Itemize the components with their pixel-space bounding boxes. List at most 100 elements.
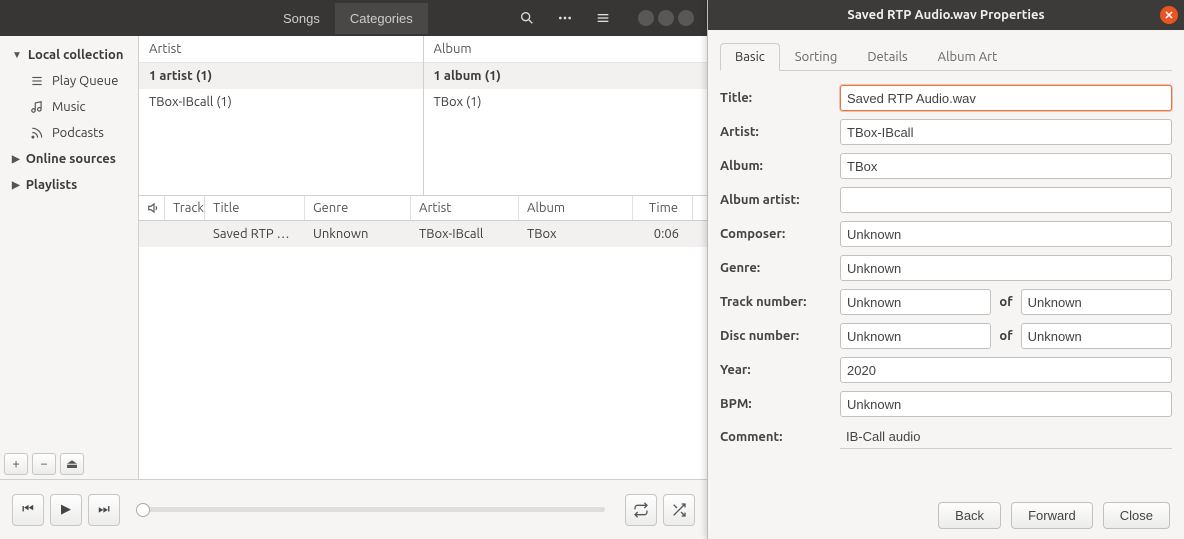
repeat-icon bbox=[633, 502, 649, 518]
sidebar-section-playlists[interactable]: ▶ Playlists bbox=[0, 172, 138, 198]
sidebar-item-music[interactable]: Music bbox=[0, 94, 138, 120]
title-field[interactable] bbox=[840, 85, 1172, 111]
browse-album-column: Album 1 album (1) TBox (1) bbox=[424, 36, 708, 195]
browse-artist-column: Artist 1 artist (1) TBox-IBcall (1) bbox=[139, 36, 424, 195]
close-icon[interactable] bbox=[678, 10, 694, 26]
search-icon[interactable] bbox=[510, 4, 544, 32]
minimize-icon[interactable] bbox=[638, 10, 654, 26]
browse-artist-row[interactable]: TBox-IBcall (1) bbox=[139, 89, 423, 115]
dialog-body: Basic Sorting Details Album Art Title: A… bbox=[708, 30, 1184, 461]
sidebar-section-online[interactable]: ▶ Online sources bbox=[0, 146, 138, 172]
eject-icon: ⏏ bbox=[66, 457, 78, 472]
browse-artist-header[interactable]: Artist bbox=[139, 36, 423, 63]
composer-field[interactable] bbox=[840, 221, 1172, 247]
label-comment: Comment: bbox=[720, 430, 830, 444]
tab-details[interactable]: Details bbox=[852, 43, 922, 71]
dialog-close-button[interactable]: ✕ bbox=[1160, 6, 1178, 24]
track-cell-time: 0:06 bbox=[633, 221, 693, 247]
table-row[interactable]: Saved RTP Au… Unknown TBox-IBcall TBox 0… bbox=[139, 221, 707, 247]
tab-categories[interactable]: Categories bbox=[335, 3, 428, 34]
sidebar-item-podcasts[interactable]: Podcasts bbox=[0, 120, 138, 146]
sidebar-item-label: Play Queue bbox=[52, 74, 118, 88]
label-album-artist: Album artist: bbox=[720, 193, 830, 207]
close-icon: ✕ bbox=[1164, 9, 1173, 22]
track-header-track[interactable]: Track bbox=[165, 196, 205, 220]
eject-button[interactable]: ⏏ bbox=[60, 453, 84, 475]
menu-icon[interactable] bbox=[586, 4, 620, 32]
plus-icon: + bbox=[12, 457, 19, 471]
browse-artist-summary[interactable]: 1 artist (1) bbox=[139, 63, 423, 89]
browse-panels: Artist 1 artist (1) TBox-IBcall (1) Albu… bbox=[139, 36, 707, 196]
track-header-playing[interactable] bbox=[139, 196, 165, 220]
browse-album-row[interactable]: TBox (1) bbox=[424, 89, 708, 115]
disc-of-field[interactable] bbox=[1021, 323, 1172, 349]
browse-album-summary[interactable]: 1 album (1) bbox=[424, 63, 708, 89]
chevron-right-icon: ▶ bbox=[12, 153, 20, 165]
dialog-titlebar[interactable]: Saved RTP Audio.wav Properties ✕ bbox=[708, 0, 1184, 30]
back-button[interactable]: Back bbox=[938, 502, 1001, 529]
track-cell-artist: TBox-IBcall bbox=[411, 221, 519, 247]
track-header-album[interactable]: Album bbox=[519, 196, 633, 220]
play-button[interactable]: ▶ bbox=[50, 494, 82, 526]
genre-field[interactable] bbox=[840, 255, 1172, 281]
dialog-footer: Back Forward Close bbox=[708, 492, 1184, 539]
sidebar-section-label: Playlists bbox=[26, 178, 78, 192]
album-field[interactable] bbox=[840, 153, 1172, 179]
track-number-field[interactable] bbox=[840, 289, 991, 315]
previous-button[interactable]: ⏮ bbox=[12, 494, 44, 526]
year-field[interactable] bbox=[840, 357, 1172, 383]
album-artist-field[interactable] bbox=[840, 187, 1172, 213]
play-icon: ▶ bbox=[61, 502, 71, 517]
track-of-field[interactable] bbox=[1021, 289, 1172, 315]
speaker-icon bbox=[147, 201, 161, 215]
queue-icon bbox=[30, 74, 44, 88]
main-content: Artist 1 artist (1) TBox-IBcall (1) Albu… bbox=[139, 36, 707, 479]
maximize-icon[interactable] bbox=[658, 10, 674, 26]
sidebar-item-play-queue[interactable]: Play Queue bbox=[0, 68, 138, 94]
shuffle-icon bbox=[671, 502, 687, 518]
forward-button[interactable]: Forward bbox=[1011, 502, 1093, 529]
playback-bar: ⏮ ▶ ⏭ bbox=[0, 479, 707, 539]
tab-sorting[interactable]: Sorting bbox=[780, 43, 853, 71]
sidebar-item-label: Music bbox=[52, 100, 86, 114]
sidebar-section-label: Online sources bbox=[26, 152, 116, 166]
track-header-genre[interactable]: Genre bbox=[305, 196, 411, 220]
skip-forward-icon: ⏭ bbox=[98, 502, 110, 517]
label-year: Year: bbox=[720, 363, 830, 377]
rss-icon bbox=[30, 126, 44, 140]
close-button[interactable]: Close bbox=[1103, 502, 1170, 529]
label-album: Album: bbox=[720, 159, 830, 173]
label-track-number: Track number: bbox=[720, 295, 830, 309]
track-header-title[interactable]: Title bbox=[205, 196, 305, 220]
label-of: of bbox=[999, 295, 1012, 309]
shuffle-button[interactable] bbox=[663, 494, 695, 526]
comment-field[interactable] bbox=[840, 425, 1172, 449]
artist-field[interactable] bbox=[840, 119, 1172, 145]
track-cell-album: TBox bbox=[519, 221, 633, 247]
sidebar-section-local[interactable]: ▼ Local collection bbox=[0, 42, 138, 68]
label-of: of bbox=[999, 329, 1012, 343]
properties-dialog: Saved RTP Audio.wav Properties ✕ Basic S… bbox=[707, 0, 1184, 539]
tab-songs[interactable]: Songs bbox=[268, 3, 335, 34]
chevron-right-icon: ▶ bbox=[12, 179, 20, 191]
remove-button[interactable]: − bbox=[32, 453, 56, 475]
track-header-artist[interactable]: Artist bbox=[411, 196, 519, 220]
label-title: Title: bbox=[720, 91, 830, 105]
more-icon[interactable] bbox=[548, 4, 582, 32]
bpm-field[interactable] bbox=[840, 391, 1172, 417]
sidebar-item-label: Podcasts bbox=[52, 126, 104, 140]
tab-album-art[interactable]: Album Art bbox=[923, 43, 1013, 71]
track-header-time[interactable]: Time bbox=[633, 196, 693, 220]
seek-slider[interactable] bbox=[140, 507, 605, 512]
repeat-button[interactable] bbox=[625, 494, 657, 526]
browse-album-header[interactable]: Album bbox=[424, 36, 708, 63]
next-button[interactable]: ⏭ bbox=[88, 494, 120, 526]
tab-basic[interactable]: Basic bbox=[720, 43, 780, 71]
label-artist: Artist: bbox=[720, 125, 830, 139]
slider-thumb[interactable] bbox=[136, 503, 150, 517]
sidebar-section-label: Local collection bbox=[28, 48, 124, 62]
dialog-title: Saved RTP Audio.wav Properties bbox=[847, 8, 1044, 22]
label-composer: Composer: bbox=[720, 227, 830, 241]
disc-number-field[interactable] bbox=[840, 323, 991, 349]
add-button[interactable]: + bbox=[4, 453, 28, 475]
